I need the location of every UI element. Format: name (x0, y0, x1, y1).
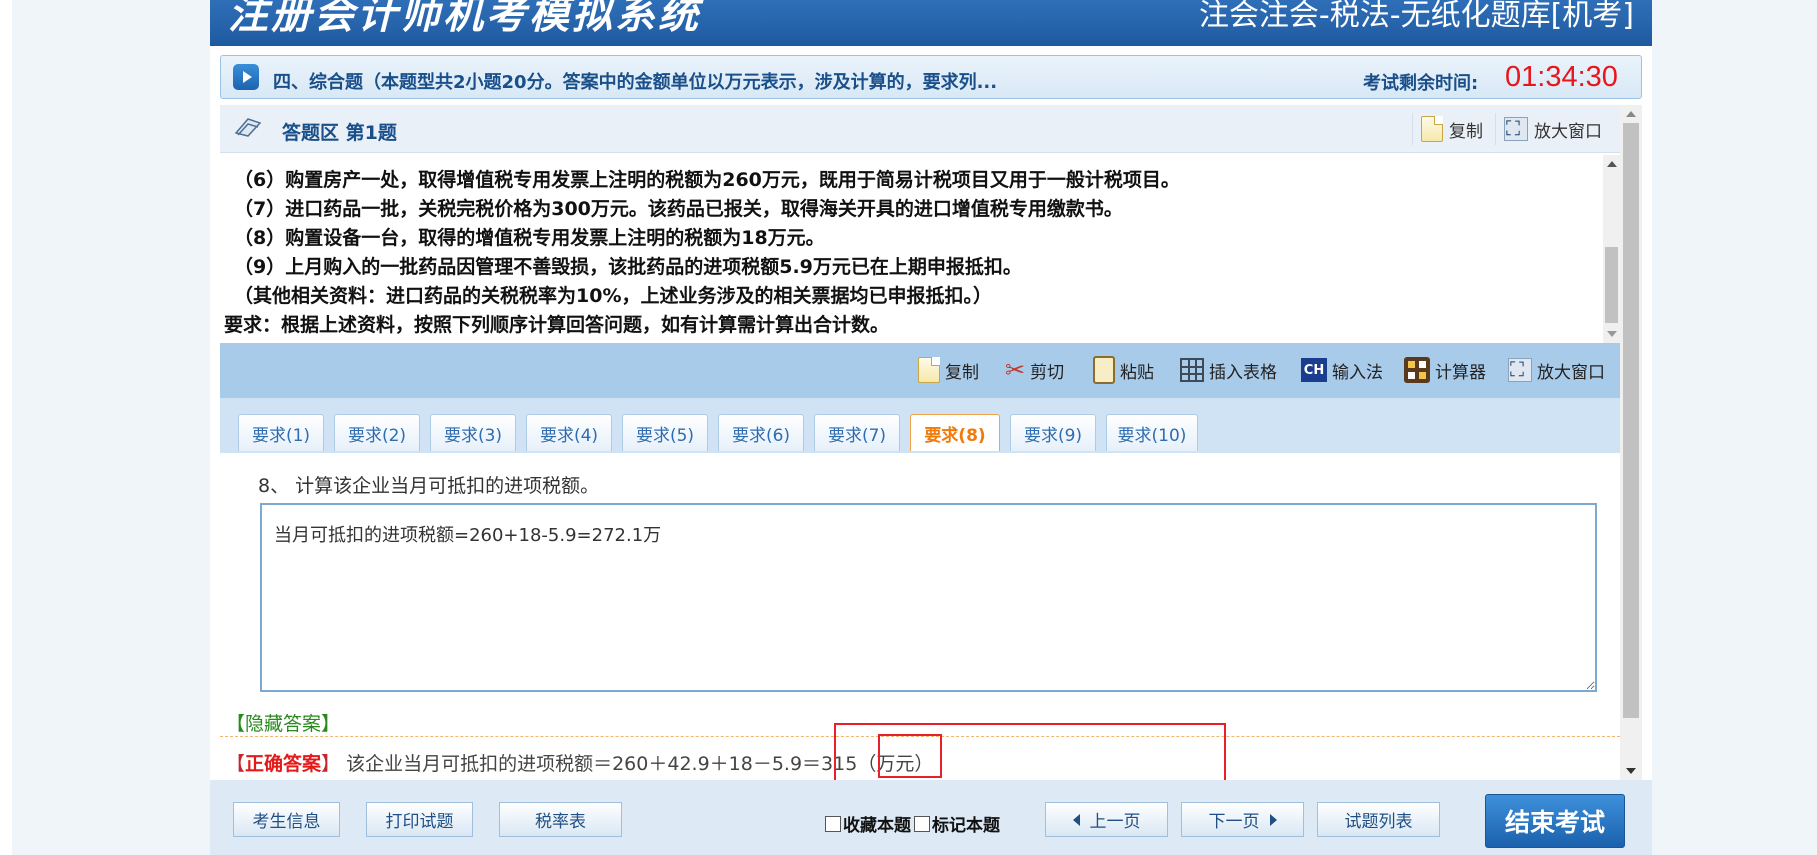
cut-label: 剪切 (1030, 362, 1065, 383)
tab-requirement-9[interactable]: 要求(9) (1010, 414, 1096, 451)
top-banner: 注册会计师机考模拟系统 注会注会-税法-无纸化题库[机考] (210, 0, 1652, 46)
calculator-label: 计算器 (1435, 362, 1486, 383)
play-icon (233, 64, 259, 90)
favorite-label: 收藏本题 (843, 816, 911, 836)
mark-label: 标记本题 (932, 816, 1000, 836)
question-bank-title: 注会注会-税法-无纸化题库[机考] (1198, 0, 1634, 33)
bottom-toolbar: 考生信息 打印试题 税率表 收藏本题 标记本题 上一页 下一页 试题列表 结束考… (210, 780, 1652, 855)
correct-answer-open-bracket: 【 (226, 753, 246, 775)
question-text-panel: （6）购置房产一处，取得增值税专用发票上注明的税额为260万元，既用于简易计税项… (220, 155, 1603, 343)
tab-requirement-3[interactable]: 要求(3) (430, 414, 516, 451)
insert-table-label: 插入表格 (1209, 362, 1277, 383)
paste-button[interactable]: 粘贴 (1093, 354, 1154, 386)
tab-requirement-5[interactable]: 要求(5) (622, 414, 708, 451)
requirement-tabs: 要求(1) 要求(2) 要求(3) 要求(4) 要求(5) 要求(6) 要求(7… (220, 398, 1620, 453)
question-line: （9）上月购入的一批药品因管理不善毁损，该批药品的进项税额5.9万元已在上期申报… (234, 256, 1022, 278)
end-exam-button[interactable]: 结束考试 (1485, 794, 1625, 848)
enlarge-question-button[interactable]: 放大窗口 (1495, 113, 1610, 145)
cut-button[interactable]: ✂ 剪切 (1005, 354, 1064, 386)
next-page-button[interactable]: 下一页 (1181, 802, 1304, 837)
expand-icon (1508, 357, 1532, 382)
favorite-checkbox[interactable]: 收藏本题 (825, 811, 911, 836)
checkbox-icon[interactable] (914, 815, 930, 832)
tab-requirement-6[interactable]: 要求(6) (718, 414, 804, 451)
copy-icon (918, 357, 940, 383)
correct-answer-close-bracket: 】 (321, 753, 341, 775)
calculator-icon (1404, 357, 1430, 383)
tab-requirement-8[interactable]: 要求(8) (910, 414, 1000, 451)
question-scrollbar[interactable] (1603, 155, 1620, 343)
question-line: （8）购置设备一台，取得的增值税专用发票上注明的税额为18万元。 (234, 227, 825, 249)
copy-label: 复制 (945, 362, 979, 383)
tab-requirement-10[interactable]: 要求(10) (1106, 414, 1198, 451)
correct-answer-label: 正确答案 (245, 753, 322, 775)
arrow-right-icon (1269, 813, 1277, 826)
timer-label: 考试剩余时间: (1363, 73, 1479, 94)
clipboard-icon (1093, 356, 1115, 384)
paste-label: 粘贴 (1120, 362, 1154, 383)
answer-textarea[interactable]: 当月可抵扣的进项税额=260+18-5.9=272.1万 (260, 503, 1597, 692)
scroll-down-arrow-icon[interactable] (1626, 768, 1636, 774)
hide-answer-link[interactable]: 【隐藏答案】 (226, 709, 340, 736)
mark-checkbox[interactable]: 标记本题 (914, 811, 1000, 836)
scroll-thumb[interactable] (1605, 247, 1618, 323)
ime-icon: CH (1301, 358, 1327, 382)
candidate-info-button[interactable]: 考生信息 (233, 802, 340, 837)
question-line: （6）购置房产一处，取得增值税专用发票上注明的税额为260万元，既用于简易计税项… (234, 169, 1180, 191)
input-method-label: 输入法 (1332, 362, 1383, 383)
timer-value: 01:34:30 (1505, 61, 1618, 93)
exam-window: 注册会计师机考模拟系统 注会注会-税法-无纸化题库[机考] 四、综合题（本题型共… (210, 0, 1652, 855)
highlight-box-value (878, 734, 942, 778)
tab-requirement-2[interactable]: 要求(2) (334, 414, 420, 451)
tab-requirement-4[interactable]: 要求(4) (526, 414, 612, 451)
print-button[interactable]: 打印试题 (366, 802, 473, 837)
input-method-button[interactable]: CH 输入法 (1301, 354, 1383, 386)
section-header: 四、综合题（本题型共2小题20分。答案中的金额单位以万元表示，涉及计算的，要求列… (220, 55, 1642, 99)
question-line: 要求：根据上述资料，按照下列顺序计算回答问题，如有计算需计算出合计数。 (224, 314, 890, 336)
tax-rate-table-button[interactable]: 税率表 (499, 802, 622, 837)
enlarge-editor-button[interactable]: 放大窗口 (1508, 354, 1605, 386)
copy-icon (1421, 116, 1443, 142)
copy-question-label: 复制 (1449, 121, 1483, 142)
question-list-button[interactable]: 试题列表 (1317, 802, 1440, 837)
system-title: 注册会计师机考模拟系统 (228, 0, 701, 38)
enlarge-editor-label: 放大窗口 (1537, 362, 1605, 383)
tab-requirement-7[interactable]: 要求(7) (814, 414, 900, 451)
table-icon (1180, 358, 1204, 382)
question-line: （7）进口药品一批，关税完税价格为300万元。该药品已报关，取得海关开具的进口增… (234, 198, 1123, 220)
enlarge-question-label: 放大窗口 (1534, 121, 1602, 142)
scissors-icon: ✂ (1005, 356, 1026, 384)
prev-page-label: 上一页 (1089, 812, 1141, 832)
tab-requirement-1[interactable]: 要求(1) (238, 414, 324, 451)
calculator-button[interactable]: 计算器 (1404, 354, 1486, 386)
scroll-down-arrow-icon[interactable] (1607, 331, 1617, 337)
arrow-left-icon (1072, 813, 1080, 826)
question-line: （其他相关资料：进口药品的关税税率为10%，上述业务涉及的相关票据均已申报抵扣。… (234, 285, 992, 307)
expand-icon (1504, 116, 1528, 141)
copy-question-button[interactable]: 复制 (1412, 113, 1491, 145)
next-page-label: 下一页 (1208, 812, 1260, 832)
prev-page-button[interactable]: 上一页 (1045, 802, 1168, 837)
main-scrollbar[interactable] (1620, 105, 1642, 780)
correct-answer: 【正确答案】 该企业当月可抵扣的进项税额＝260＋42.9＋18－5.9＝315… (226, 749, 933, 776)
answer-area-title: 答题区 第1题 (282, 122, 397, 144)
editor-toolbar: 复制 ✂ 剪切 粘贴 插入表格 CH 输入法 计算器 放大窗口 (220, 343, 1620, 398)
requirement-prompt: 8、 计算该企业当月可抵扣的进项税额。 (258, 475, 600, 497)
checkbox-icon[interactable] (825, 815, 841, 832)
copy-button[interactable]: 复制 (918, 354, 979, 386)
scroll-up-arrow-icon[interactable] (1626, 111, 1636, 117)
answer-area-header: 答题区 第1题 复制 放大窗口 (220, 105, 1620, 153)
scroll-up-arrow-icon[interactable] (1607, 161, 1617, 167)
section-description: 四、综合题（本题型共2小题20分。答案中的金额单位以万元表示，涉及计算的，要求列… (273, 72, 998, 93)
insert-table-button[interactable]: 插入表格 (1180, 354, 1277, 386)
book-icon (234, 118, 262, 137)
scroll-thumb[interactable] (1623, 123, 1639, 718)
